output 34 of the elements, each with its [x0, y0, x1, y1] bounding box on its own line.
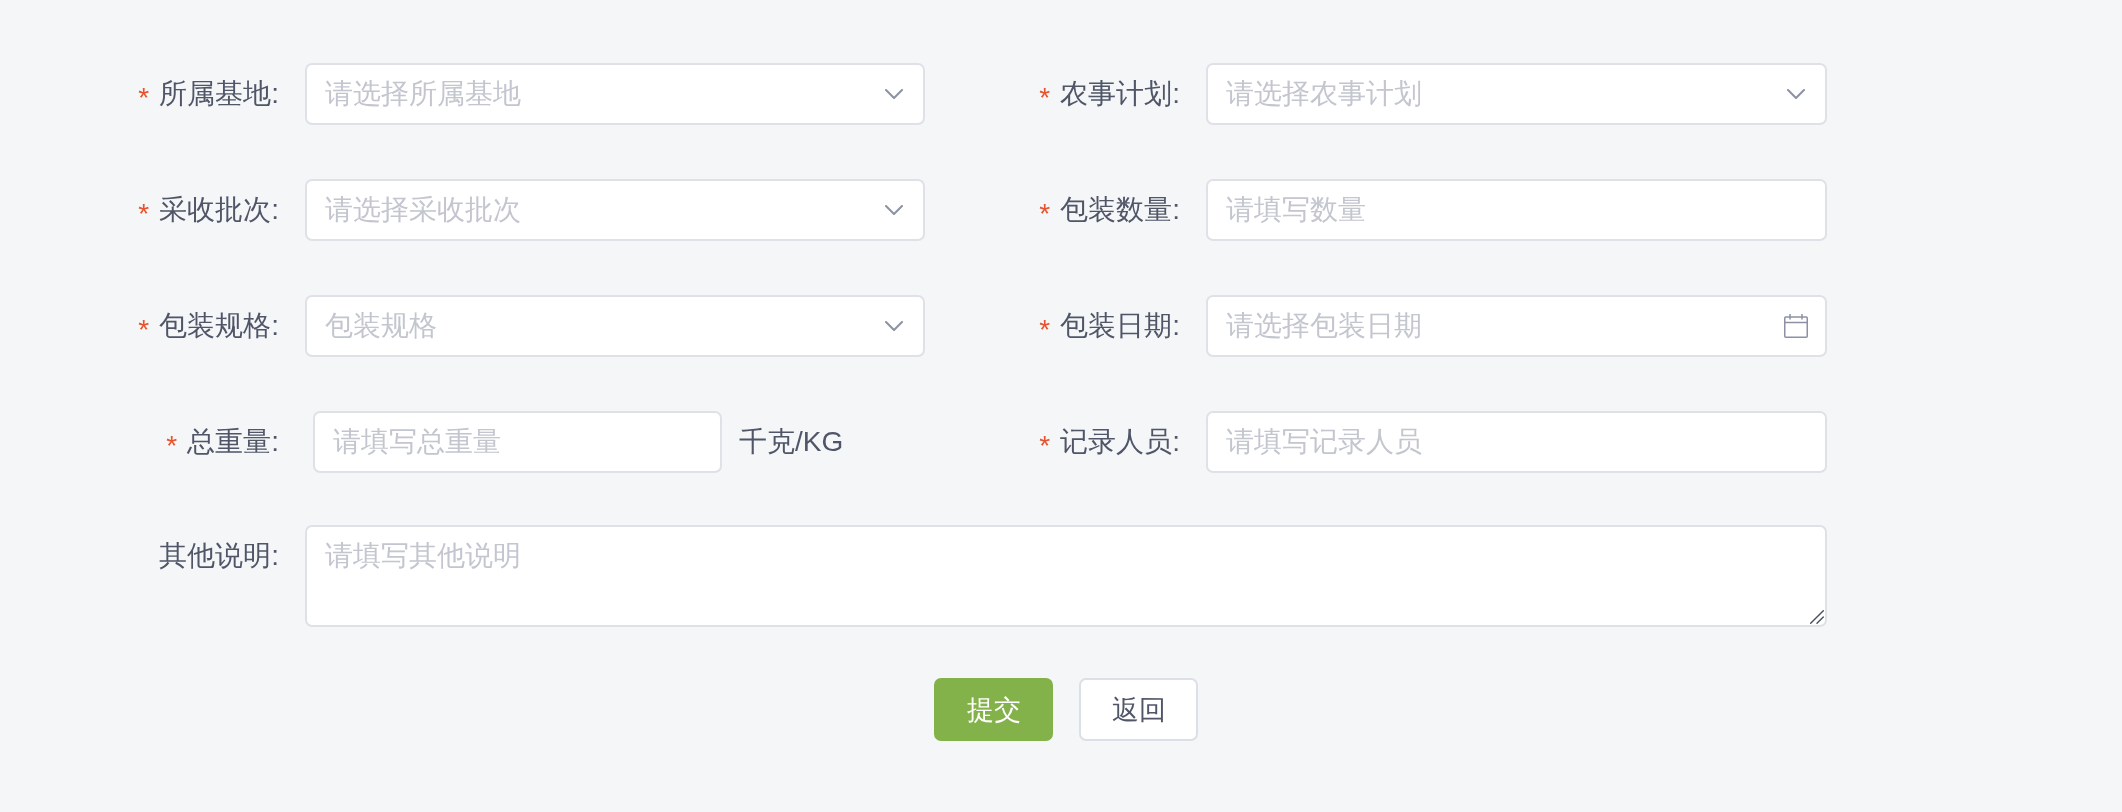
- required-mark: *: [166, 429, 178, 460]
- back-button[interactable]: 返回: [1079, 678, 1198, 741]
- required-mark: *: [138, 197, 150, 228]
- field-label: 所属基地:: [159, 77, 279, 111]
- field-label: 农事计划:: [1060, 77, 1180, 111]
- select-field[interactable]: 请选择所属基地: [305, 63, 925, 125]
- required-mark: *: [138, 313, 150, 344]
- required-mark: *: [138, 81, 150, 112]
- textarea-field[interactable]: 请填写其他说明: [305, 525, 1827, 627]
- required-mark: *: [1039, 429, 1051, 460]
- field-label: 总重量:: [187, 425, 279, 459]
- date-field[interactable]: 请选择包装日期: [1206, 295, 1827, 357]
- required-mark: *: [1039, 313, 1051, 344]
- field-label: 记录人员:: [1060, 425, 1180, 459]
- field-label: 包装规格:: [159, 309, 279, 343]
- select-field[interactable]: 请选择采收批次: [305, 179, 925, 241]
- calendar-icon[interactable]: [1784, 314, 1808, 338]
- chevron-down-icon[interactable]: [885, 205, 903, 215]
- chevron-down-icon[interactable]: [1787, 89, 1805, 99]
- chevron-down-icon[interactable]: [885, 321, 903, 331]
- select-field[interactable]: 请选择农事计划: [1206, 63, 1827, 125]
- field-label: 包装日期:: [1060, 309, 1180, 343]
- required-mark: *: [1039, 197, 1051, 228]
- field-label: 包装数量:: [1060, 193, 1180, 227]
- chevron-down-icon[interactable]: [885, 89, 903, 99]
- input-field[interactable]: 请填写总重量: [313, 411, 722, 473]
- field-label: 其他说明:: [159, 539, 279, 573]
- required-mark: *: [1039, 81, 1051, 112]
- unit-label: 千克/KG: [739, 425, 844, 459]
- select-field[interactable]: 包装规格: [305, 295, 925, 357]
- field-label: 采收批次:: [159, 193, 279, 227]
- input-field[interactable]: 请填写记录人员: [1206, 411, 1827, 473]
- input-field[interactable]: 请填写数量: [1206, 179, 1827, 241]
- resize-handle-icon[interactable]: [1810, 610, 1824, 624]
